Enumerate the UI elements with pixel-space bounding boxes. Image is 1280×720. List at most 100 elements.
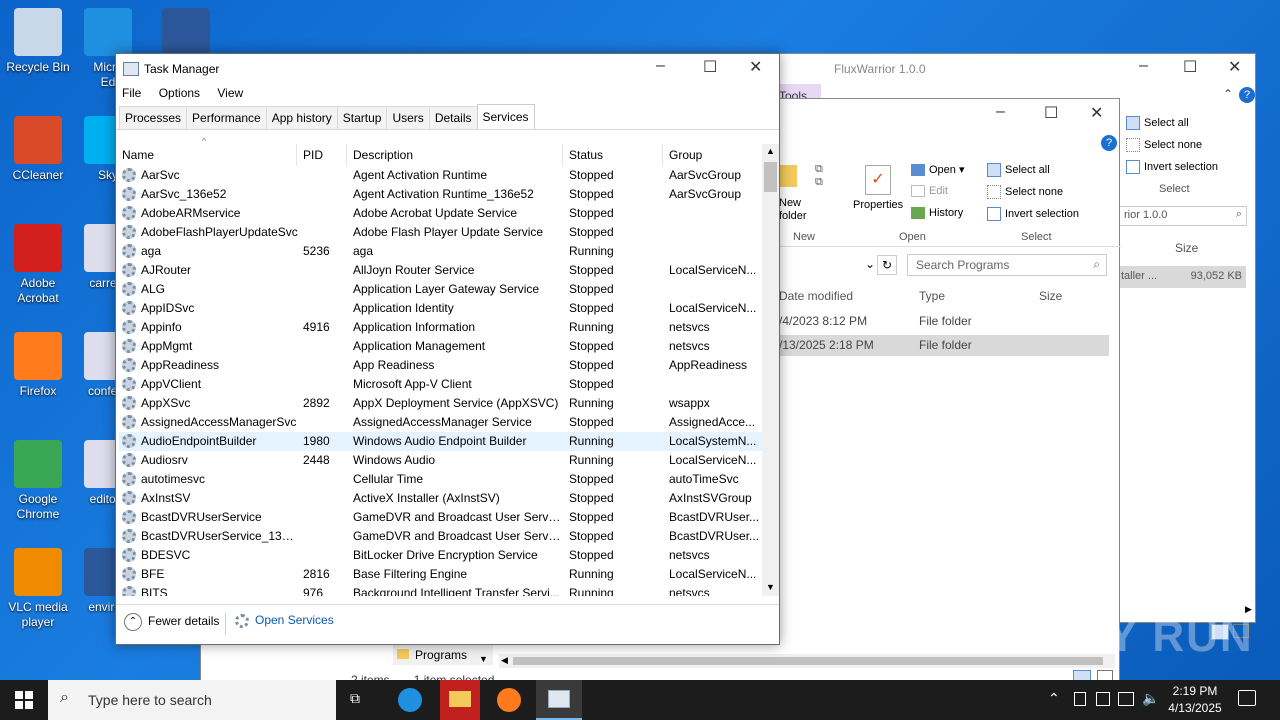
menu-file[interactable]: File	[122, 86, 141, 100]
minimize-icon[interactable]: –	[996, 103, 1005, 121]
scrollbar-thumb[interactable]	[513, 657, 1103, 665]
tab-app-history[interactable]: App history	[265, 106, 338, 130]
select-none-button[interactable]: Select none	[1126, 138, 1202, 152]
list-item[interactable]: /4/2023 8:12 PM File folder	[779, 314, 1109, 334]
network-icon[interactable]	[1096, 692, 1110, 706]
scroll-down-icon[interactable]: ▼	[479, 654, 488, 664]
tray-chevron-icon[interactable]: ⌃	[1048, 690, 1060, 707]
properties-icon[interactable]: ✓	[865, 165, 891, 195]
start-button[interactable]	[0, 680, 48, 720]
close-icon[interactable]: ✕	[1228, 57, 1241, 77]
new-folder-button[interactable]: New folder	[779, 197, 807, 223]
edit-button[interactable]: Edit	[911, 185, 948, 198]
scroll-up-icon[interactable]: ▲	[766, 146, 775, 156]
tab-details[interactable]: Details	[428, 106, 478, 130]
scrollbar-thumb[interactable]	[764, 162, 777, 192]
table-row[interactable]: BDESVC BitLocker Drive Encryption Service…	[119, 546, 763, 565]
select-all-button[interactable]: Select all	[987, 163, 1050, 177]
help-icon[interactable]: ?	[1101, 135, 1117, 151]
tab-services[interactable]: Services	[476, 104, 535, 130]
tab-users[interactable]: Users	[386, 106, 430, 130]
horizontal-scrollbar[interactable]: ◀	[499, 654, 1115, 668]
new-folder-icon[interactable]	[779, 165, 797, 187]
volume-icon[interactable]: 🔈	[1142, 690, 1159, 707]
help-icon[interactable]: ?	[1239, 87, 1255, 103]
table-row[interactable]: AppMgmt Application Management Stopped nets…	[119, 337, 763, 356]
file-explorer-taskbar-icon[interactable]	[440, 680, 480, 720]
list-item[interactable]: taller ... 93,052 KB	[1119, 266, 1246, 288]
desktop-icon-chrome[interactable]: Google Chrome	[0, 440, 76, 522]
col-pid[interactable]: PID	[297, 144, 347, 166]
menu-view[interactable]: View	[217, 86, 243, 100]
scroll-down-icon[interactable]: ▼	[766, 582, 775, 592]
chevron-up-icon[interactable]: ⌃	[1223, 87, 1233, 101]
chevron-down-icon[interactable]: ⌄	[865, 257, 875, 271]
select-none-button[interactable]: Select none	[987, 185, 1063, 199]
col-type[interactable]: Type	[919, 289, 945, 303]
search-input[interactable]: Search Programs ⌕	[907, 254, 1107, 276]
maximize-icon[interactable]: ☐	[1044, 103, 1058, 123]
table-row[interactable]: BFE 2816 Base Filtering Engine Running Local…	[119, 565, 763, 584]
fewer-details-button[interactable]: ⌃ Fewer details	[124, 613, 219, 631]
scroll-left-icon[interactable]: ◀	[501, 655, 508, 666]
notification-icon[interactable]	[1238, 690, 1256, 706]
table-row[interactable]: BcastDVRUserService GameDVR and Broadcast…	[119, 508, 763, 527]
table-row[interactable]: BcastDVRUserService_136e52 GameDVR and Br…	[119, 527, 763, 546]
desktop-icon-firefox[interactable]: Firefox	[0, 332, 76, 399]
tab-performance[interactable]: Performance	[186, 106, 267, 130]
table-row[interactable]: AJRouter AllJoyn Router Service Stopped Loc…	[119, 261, 763, 280]
close-icon[interactable]: ✕	[749, 57, 762, 77]
title-bar[interactable]: Task Manager – ☐ ✕	[116, 54, 779, 82]
properties-button[interactable]: Properties	[853, 199, 903, 211]
table-row[interactable]: ALG Application Layer Gateway Service Stop…	[119, 280, 763, 299]
vertical-scrollbar[interactable]: ▲ ▼	[762, 144, 779, 596]
col-description[interactable]: Description	[347, 144, 563, 166]
open-services-link[interactable]: Open Services	[235, 613, 334, 628]
table-row[interactable]: AdobeARMservice Adobe Acrobat Update Serv…	[119, 204, 763, 223]
select-all-button[interactable]: Select all	[1126, 116, 1189, 130]
list-item[interactable]: /13/2025 2:18 PM File folder	[779, 335, 1109, 356]
col-date-modified[interactable]: Date modified	[779, 289, 853, 303]
network-status-icon[interactable]	[1118, 692, 1134, 706]
close-icon[interactable]: ✕	[1090, 103, 1103, 123]
col-status[interactable]: Status	[563, 144, 663, 166]
table-row[interactable]: Audiosrv 2448 Windows Audio Running LocalSer…	[119, 451, 763, 470]
tray-app-icon[interactable]	[1074, 692, 1086, 706]
table-row[interactable]: AarSvc_136e52 Agent Activation Runtime_13…	[119, 185, 763, 204]
refresh-icon[interactable]: ↻	[877, 255, 897, 275]
table-row[interactable]: AdobeFlashPlayerUpdateSvc Adobe Flash Pla…	[119, 223, 763, 242]
tab-processes[interactable]: Processes	[119, 106, 188, 130]
desktop-icon-adobe-acrobat[interactable]: Adobe Acrobat	[0, 224, 76, 306]
table-row[interactable]: AxInstSV ActiveX Installer (AxInstSV) Stop…	[119, 489, 763, 508]
search-box[interactable]: ⌕ Type here to search	[48, 680, 336, 720]
table-row[interactable]: AppVClient Microsoft App-V Client Stopped	[119, 375, 763, 394]
table-row[interactable]: AarSvc Agent Activation Runtime Stopped Aar…	[119, 166, 763, 185]
new-item-icon[interactable]: ⧉ ⧉	[815, 163, 835, 197]
edge-taskbar-icon[interactable]	[398, 688, 422, 712]
open-button[interactable]: Open ▾	[911, 163, 965, 177]
history-button[interactable]: History	[911, 207, 963, 220]
table-row[interactable]: BITS 976 Background Intelligent Transfer S…	[119, 584, 763, 596]
desktop-icon-vlc[interactable]: VLC media player	[0, 548, 76, 630]
table-row[interactable]: aga 5236 aga Running	[119, 242, 763, 261]
col-group[interactable]: Group	[663, 144, 762, 166]
col-size[interactable]: Size	[1175, 241, 1198, 255]
table-row[interactable]: AppXSvc 2892 AppX Deployment Service (AppX…	[119, 394, 763, 413]
table-row[interactable]: Appinfo 4916 Application Information Runnin…	[119, 318, 763, 337]
menu-options[interactable]: Options	[159, 86, 200, 100]
maximize-icon[interactable]: ☐	[703, 57, 717, 77]
table-row[interactable]: autotimesvc Cellular Time Stopped autoTimeS…	[119, 470, 763, 489]
task-view-icon[interactable]: ⧉	[350, 690, 370, 708]
invert-selection-button[interactable]: Invert selection	[987, 207, 1079, 221]
col-size[interactable]: Size	[1039, 289, 1062, 303]
path-box[interactable]: rior 1.0.0 ⌕	[1119, 206, 1247, 226]
clock[interactable]: 2:19 PM 4/13/2025	[1165, 683, 1225, 717]
maximize-icon[interactable]: ☐	[1183, 57, 1197, 77]
table-row[interactable]: AppReadiness App Readiness Stopped AppReadi…	[119, 356, 763, 375]
col-name[interactable]: Name	[116, 144, 297, 166]
invert-selection-button[interactable]: Invert selection	[1126, 160, 1218, 174]
table-row[interactable]: AssignedAccessManagerSvc AssignedAccessMa…	[119, 413, 763, 432]
desktop-icon-recycle-bin[interactable]: Recycle Bin	[0, 8, 76, 75]
task-manager-window[interactable]: Task Manager – ☐ ✕ File Options View Pro…	[115, 53, 780, 645]
nav-pane-folder[interactable]: Programs	[393, 645, 493, 665]
